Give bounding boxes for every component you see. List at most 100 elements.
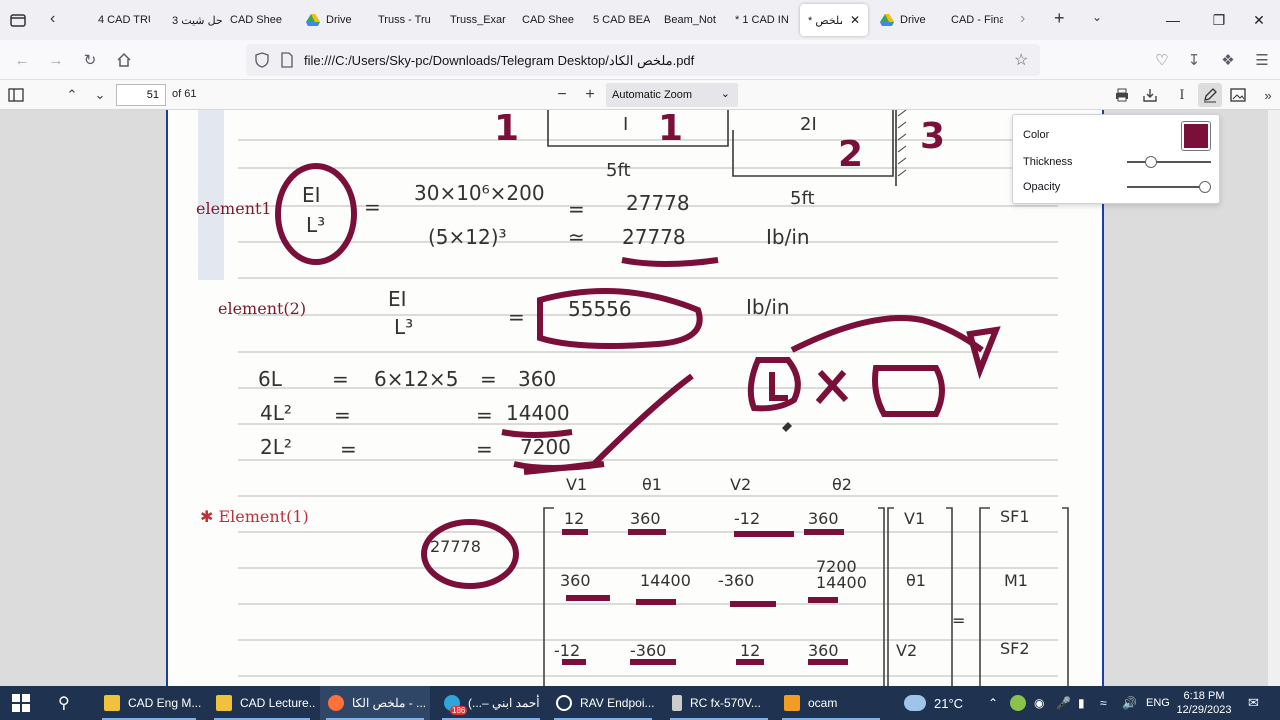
taskbar-item-2[interactable]: CAD Lecture... (208, 686, 316, 720)
chevron-up-icon[interactable]: ⌃ (988, 686, 998, 720)
calculator-icon (672, 695, 682, 711)
save-icon[interactable] (1138, 83, 1162, 107)
tab-13[interactable]: CAD - Fina (951, 4, 1003, 36)
security-tray-icon[interactable]: ◉ (1034, 686, 1044, 720)
close-window-icon[interactable]: ✕ (1236, 0, 1280, 40)
home-icon[interactable] (112, 48, 136, 72)
svg-text:(5×12)³: (5×12)³ (428, 225, 507, 249)
svg-text:14400: 14400 (816, 573, 867, 592)
tab-4[interactable]: Drive (306, 4, 370, 36)
bookmark-star-icon[interactable]: ☆ (1014, 50, 1028, 70)
menu-icon[interactable]: ☰ (1250, 48, 1274, 72)
tab-6[interactable]: Truss_Exar (450, 4, 514, 36)
microphone-icon[interactable]: 🎤 (1056, 686, 1071, 720)
svg-text:θ1: θ1 (642, 475, 662, 494)
pdf-icon (152, 13, 166, 27)
pocket-icon[interactable]: ♡ (1150, 48, 1174, 72)
pdf-page: I 2I 5ft 5ft 1123 element1 EI L³ = 30×10⁶×2… (166, 110, 1104, 686)
back-icon[interactable]: ← (10, 48, 34, 72)
svg-text:14400: 14400 (506, 401, 570, 425)
svg-text:2: 2 (838, 134, 863, 175)
taskbar-item-3[interactable]: ملخص الكا - ... (320, 686, 430, 720)
language-indicator[interactable]: ENG (1146, 686, 1170, 720)
text-tool-icon[interactable]: I (1170, 83, 1194, 107)
scrollbar[interactable] (1268, 110, 1280, 686)
svg-text:360: 360 (518, 367, 556, 391)
shield-icon[interactable] (254, 52, 270, 73)
previous-page-icon[interactable]: ⌃ (60, 83, 84, 107)
tab-7[interactable]: CAD Shee (522, 4, 586, 36)
svg-text:=: = (568, 197, 585, 221)
sidebar-toggle-icon[interactable] (4, 83, 28, 107)
address-bar[interactable]: file:///C:/Users/Sky-pc/Downloads/Telegr… (246, 44, 1040, 76)
downloads-icon[interactable]: ↧ (1182, 48, 1206, 72)
svg-text:=: = (340, 437, 357, 461)
tab-8[interactable]: 5 CAD BEA (593, 4, 657, 36)
tab-list-icon[interactable] (8, 10, 28, 30)
firefox-icon (328, 695, 344, 711)
thickness-slider[interactable] (1127, 156, 1211, 168)
image-tool-icon[interactable] (1226, 83, 1250, 107)
taskbar-item-5[interactable]: RAV Endpoi... (548, 686, 658, 720)
taskbar-item-4[interactable]: (...– أحمد ابني 186 (436, 686, 546, 720)
opacity-slider-knob[interactable] (1199, 181, 1211, 193)
page-count-label: of 61 (172, 88, 197, 100)
tab-9[interactable]: Beam_Not (664, 4, 728, 36)
tab-scroll-left-icon[interactable]: ‹ (50, 10, 66, 30)
extensions-icon[interactable]: ❖ (1216, 48, 1240, 72)
svg-text:14400: 14400 (640, 571, 691, 590)
start-button[interactable] (12, 686, 30, 720)
google-drive-icon (880, 13, 894, 27)
clock-time: 6:18 PM (1183, 690, 1225, 702)
print-icon[interactable] (1110, 83, 1134, 107)
next-page-icon[interactable]: ⌄ (88, 83, 112, 107)
notifications-icon[interactable]: ✉ (1248, 686, 1259, 720)
close-tab-icon[interactable]: ✕ (850, 13, 860, 27)
url-text: file:///C:/Users/Sky-pc/Downloads/Telegr… (304, 53, 695, 68)
tab-5[interactable]: Truss - Tru (378, 4, 442, 36)
clock-date: 12/29/2023 (1176, 704, 1232, 716)
page-number-input[interactable]: 51 (116, 84, 166, 106)
color-swatch[interactable] (1181, 121, 1211, 151)
chevron-down-icon[interactable]: ⌄ (1092, 10, 1102, 24)
more-tools-icon[interactable]: » (1256, 83, 1280, 107)
tab-active[interactable]: * ملخص ✕ (800, 4, 868, 36)
zoom-out-icon[interactable]: − (550, 83, 574, 107)
tab-scroll-right-icon[interactable]: › (1020, 10, 1025, 28)
volume-icon[interactable]: 🔊 (1122, 686, 1137, 720)
clock[interactable]: 6:18 PM 12/29/2023 (1176, 686, 1232, 720)
tray-app-icon[interactable] (1010, 686, 1026, 720)
tab-10[interactable]: * 1 CAD IN (735, 4, 795, 36)
minimize-icon[interactable]: — (1150, 0, 1196, 40)
svg-text:=: = (332, 367, 349, 391)
tab-1[interactable]: 4 CAD TRU (78, 4, 150, 36)
tab-3[interactable]: CAD Shee (230, 4, 298, 36)
svg-text:6×12×5: 6×12×5 (374, 367, 458, 391)
search-icon[interactable]: ⚲ (58, 686, 70, 720)
taskbar-item-1[interactable]: CAD Eng M... (96, 686, 202, 720)
weather-widget[interactable]: 21°C (904, 686, 963, 720)
draw-tool-icon[interactable] (1198, 83, 1222, 107)
page-info-icon[interactable] (280, 52, 294, 73)
opacity-slider[interactable] (1127, 181, 1211, 193)
taskbar-item-7[interactable]: ocam (776, 686, 886, 720)
new-tab-icon[interactable]: + (1054, 8, 1065, 29)
zoom-in-icon[interactable]: + (578, 83, 602, 107)
thickness-slider-knob[interactable] (1145, 156, 1157, 168)
color-label: Color (1023, 129, 1050, 141)
svg-text:360: 360 (630, 509, 661, 528)
svg-text:6L: 6L (258, 367, 283, 391)
tab-2[interactable]: 3 حل شيت (152, 4, 228, 36)
tab-12[interactable]: Drive (880, 4, 944, 36)
tab-strip: ‹ 4 CAD TRU 3 حل شيت CAD Shee Drive Trus… (0, 0, 1280, 40)
svg-text:4L²: 4L² (260, 401, 292, 425)
svg-text:-360: -360 (630, 641, 666, 660)
battery-icon[interactable]: ▮ (1078, 686, 1085, 720)
forward-icon[interactable]: → (44, 48, 68, 72)
wifi-icon[interactable]: ≈ (1100, 686, 1107, 720)
zoom-select[interactable]: Automatic Zoom ⌄ (606, 83, 738, 107)
taskbar-item-6[interactable]: RC fx-570V... (664, 686, 774, 720)
svg-text:2L²: 2L² (260, 435, 292, 459)
svg-text:θ1: θ1 (906, 571, 926, 590)
reload-icon[interactable]: ↻ (78, 48, 102, 72)
